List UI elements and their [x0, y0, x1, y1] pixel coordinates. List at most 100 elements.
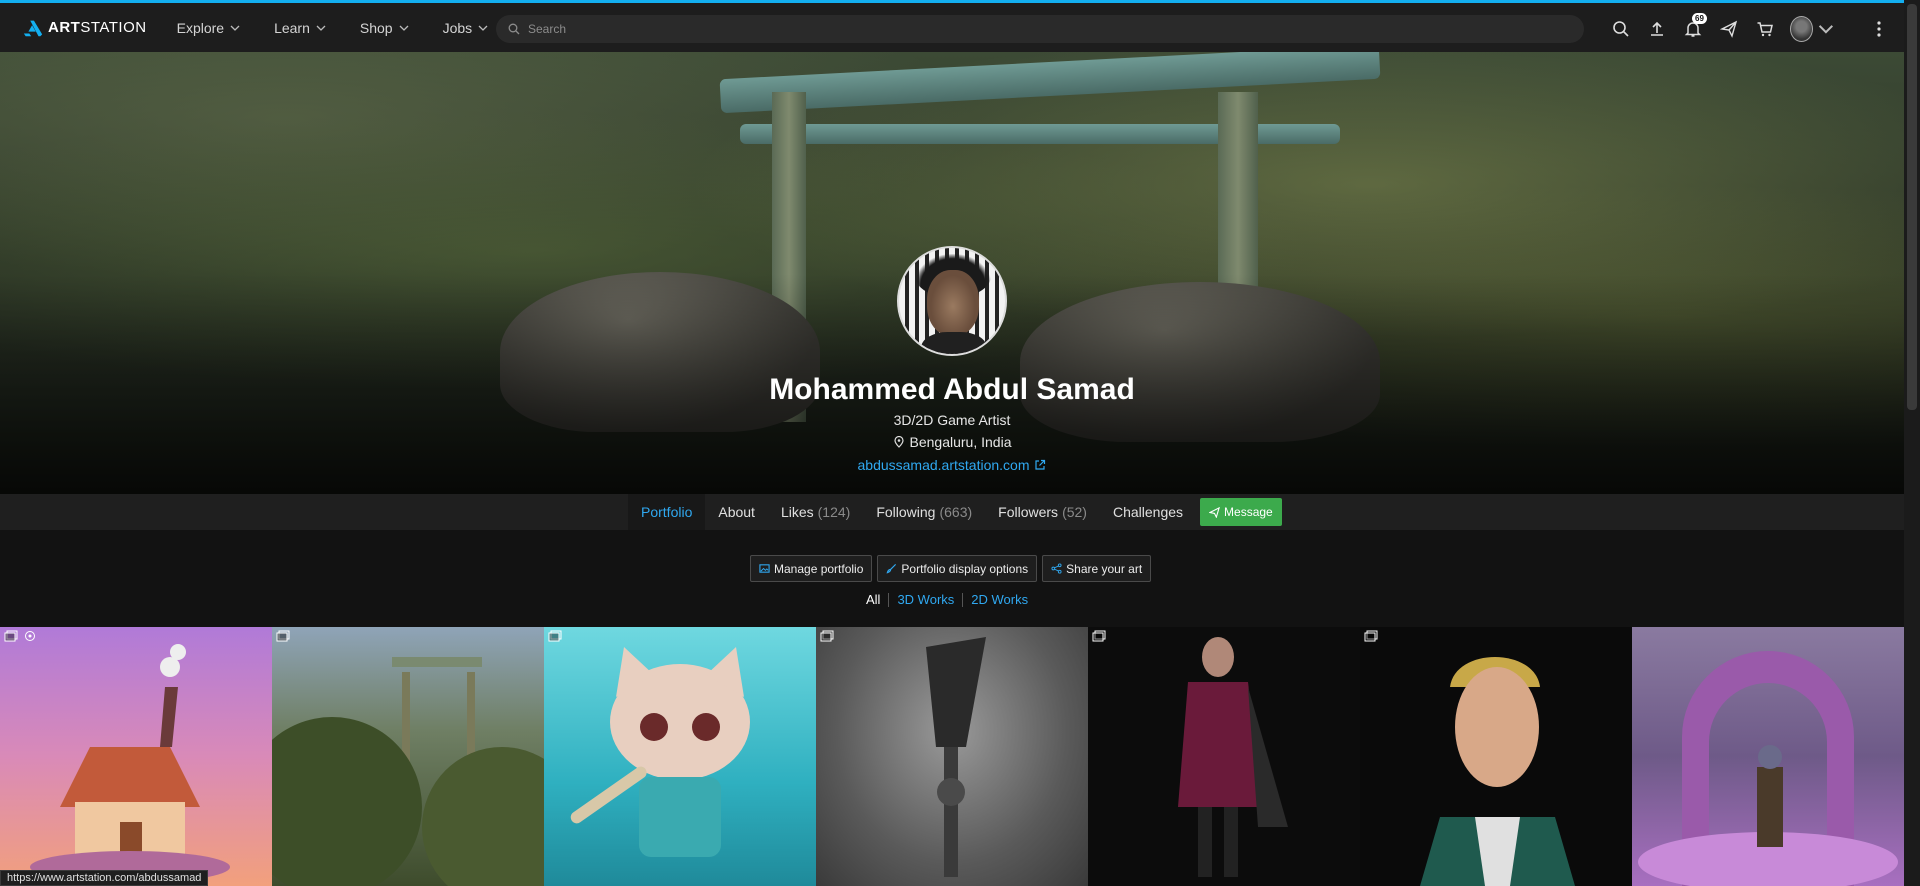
- search-icon: [508, 23, 520, 35]
- notifications-button[interactable]: 69: [1682, 13, 1707, 40]
- share-art-button[interactable]: Share your art: [1042, 555, 1152, 582]
- artwork-tile[interactable]: [544, 627, 816, 886]
- profile-tabs: Portfolio About Likes (124) Following (663…: [628, 494, 1282, 530]
- chevron-down-icon: [230, 25, 240, 31]
- tab-followers[interactable]: Followers (52): [985, 494, 1100, 530]
- messages-button[interactable]: [1718, 18, 1740, 40]
- user-avatar: [1790, 16, 1814, 42]
- status-bar-url: https://www.artstation.com/abdussamad: [0, 870, 209, 886]
- artwork-tile[interactable]: [272, 627, 544, 886]
- artwork-portal-image: [1638, 651, 1898, 886]
- nav-learn[interactable]: Learn: [274, 20, 326, 36]
- search-button[interactable]: [1610, 18, 1632, 40]
- artwork-cat-image: [570, 647, 750, 857]
- tab-following[interactable]: Following (663): [863, 494, 985, 530]
- cart-icon: [1757, 22, 1773, 37]
- filter-2d-works[interactable]: 2D Works: [963, 592, 1036, 607]
- external-link-icon: [1035, 459, 1046, 470]
- chevron-down-icon: [399, 25, 409, 31]
- filter-all[interactable]: All: [866, 592, 888, 607]
- profile-headline: 3D/2D Game Artist: [893, 412, 1011, 428]
- chevron-down-icon: [316, 25, 326, 31]
- artwork-tile[interactable]: [0, 627, 272, 886]
- search-icon: [1613, 21, 1629, 37]
- profile-location-text: Bengaluru, India: [909, 434, 1012, 450]
- nav-learn-label: Learn: [274, 19, 310, 36]
- artwork-character-bust-image: [1420, 657, 1575, 886]
- search-bar[interactable]: [496, 15, 1584, 43]
- top-navbar: ARTSTATION Explore Learn Shop Jobs Searc…: [0, 0, 1920, 52]
- top-icons: 69: [1610, 13, 1848, 43]
- nav-explore[interactable]: Explore: [177, 20, 240, 36]
- tab-challenges[interactable]: Challenges: [1100, 494, 1196, 530]
- artwork-tile[interactable]: [1360, 627, 1632, 886]
- multiple-images-icon: [820, 630, 834, 642]
- artwork-grid: [0, 627, 1904, 886]
- upload-icon: [1651, 21, 1663, 36]
- upload-button[interactable]: [1646, 18, 1668, 40]
- vertical-dots-icon: [1877, 21, 1881, 37]
- artwork-cottage-image: [30, 644, 230, 883]
- map-pin-icon: [893, 436, 904, 448]
- manage-portfolio-label: Manage portfolio: [774, 561, 864, 576]
- portfolio-actions: Manage portfolio Portfolio display optio…: [750, 555, 1156, 582]
- tab-about[interactable]: About: [705, 494, 768, 530]
- chevron-down-icon: [478, 25, 488, 31]
- message-button-label: Message: [1224, 505, 1273, 519]
- multiple-images-icon: [548, 630, 562, 642]
- nav-shop-label: Shop: [359, 19, 393, 36]
- image-icon: [759, 564, 770, 573]
- artstation-logo-icon: [23, 20, 43, 36]
- profile-website-text: abdussamad.artstation.com: [857, 457, 1030, 473]
- chevron-down-icon: [1818, 25, 1834, 34]
- multiple-images-icon: [1092, 630, 1106, 642]
- page-scrollbar[interactable]: [1904, 0, 1920, 886]
- user-menu-button[interactable]: [1790, 16, 1834, 42]
- profile-website-link[interactable]: abdussamad.artstation.com: [858, 457, 1047, 473]
- artwork-weapon-image: [926, 637, 986, 877]
- paper-plane-icon: [1209, 506, 1220, 518]
- portfolio-filters: All 3D Works 2D Works: [866, 592, 1036, 607]
- message-button[interactable]: Message: [1200, 498, 1282, 526]
- artwork-tile[interactable]: [816, 627, 1088, 886]
- nav-jobs-label: Jobs: [442, 19, 473, 36]
- filter-3d-works[interactable]: 3D Works: [889, 592, 962, 607]
- tab-followers-label: Followers: [998, 504, 1059, 520]
- artwork-villain-image: [1178, 637, 1288, 877]
- tile-badges: [276, 630, 295, 642]
- manage-portfolio-button[interactable]: Manage portfolio: [750, 555, 873, 582]
- profile-name: Mohammed Abdul Samad: [769, 373, 1135, 406]
- nav-jobs[interactable]: Jobs: [443, 20, 489, 36]
- profile-location: Bengaluru, India: [893, 434, 1012, 450]
- profile-avatar[interactable]: [897, 246, 1007, 356]
- search-input[interactable]: [528, 22, 1551, 36]
- 3d-view-icon: [25, 631, 35, 641]
- tile-badges: [820, 630, 839, 642]
- tile-badges: [1364, 630, 1383, 642]
- main-nav: Explore Learn Shop Jobs: [177, 3, 523, 52]
- avatar-face: [927, 270, 979, 336]
- share-art-label: Share your art: [1066, 561, 1143, 576]
- multiple-images-icon: [276, 630, 290, 642]
- artwork-tile[interactable]: [1088, 627, 1360, 886]
- tab-likes-count: (124): [817, 504, 851, 520]
- tab-about-label: About: [718, 504, 755, 520]
- more-menu-button[interactable]: [1872, 17, 1886, 41]
- nav-explore-label: Explore: [176, 19, 225, 36]
- profile-tabs-bar: Portfolio About Likes (124) Following (663…: [0, 494, 1904, 530]
- artstation-logo[interactable]: ARTSTATION: [22, 3, 147, 52]
- tab-likes[interactable]: Likes (124): [768, 494, 863, 530]
- portfolio-display-options-label: Portfolio display options: [901, 561, 1029, 576]
- tile-badges: [548, 630, 567, 642]
- tab-following-label: Following: [876, 504, 936, 520]
- nav-shop[interactable]: Shop: [360, 20, 409, 36]
- portfolio-display-options-button[interactable]: Portfolio display options: [877, 555, 1038, 582]
- tab-portfolio[interactable]: Portfolio: [628, 494, 706, 530]
- scrollbar-thumb[interactable]: [1907, 4, 1917, 410]
- profile-header: Mohammed Abdul Samad 3D/2D Game Artist B…: [0, 52, 1904, 494]
- tab-followers-count: (52): [1062, 504, 1087, 520]
- brush-icon: [886, 563, 897, 574]
- artwork-tile[interactable]: [1632, 627, 1904, 886]
- tab-portfolio-label: Portfolio: [641, 504, 693, 520]
- cart-button[interactable]: [1754, 18, 1776, 40]
